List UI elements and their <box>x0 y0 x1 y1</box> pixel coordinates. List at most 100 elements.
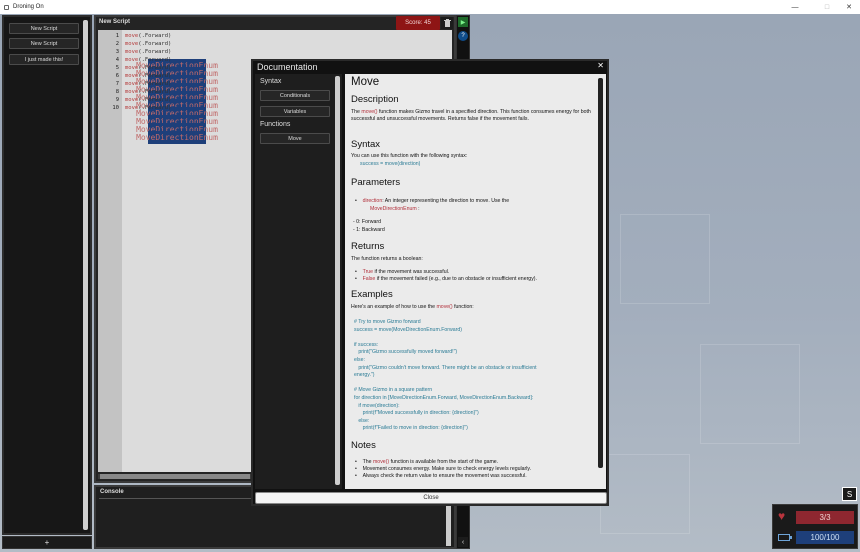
example-code-line: # Try to move Gizmo forward <box>354 319 421 325</box>
documentation-title: Documentation <box>257 62 318 72</box>
status-hud: ♥ 3/3 100/100 <box>772 504 858 549</box>
content-scrollbar[interactable] <box>598 78 603 468</box>
console-scrollbar[interactable] <box>446 501 451 546</box>
collapse-button[interactable]: ‹ <box>458 537 468 547</box>
nav-item-move[interactable]: Move <box>260 133 330 144</box>
description-text: The move() function makes Gizmo travel i… <box>351 109 591 122</box>
code-line: move(MoveDirectionEnum .Forward) <box>125 57 218 96</box>
floor-tile <box>620 214 710 304</box>
line-number: 7 <box>115 81 119 87</box>
note-1: • The move() function is available from … <box>355 459 499 465</box>
code-line: move(MoveDirectionEnum .Forward) <box>125 41 218 80</box>
example-code: # Try to move Gizmo forward success = mov… <box>354 319 599 433</box>
line-number: 9 <box>115 97 119 103</box>
code-line: move(MoveDirectionEnum .Forward) <box>125 105 218 144</box>
script-item-new-2[interactable]: New Script <box>9 38 79 49</box>
script-title: New Script <box>99 19 131 25</box>
window-titlebar: Droning On — □ ✕ <box>0 0 860 14</box>
example-code-line: else: <box>354 417 370 424</box>
code-line: move(MoveDirectionEnum .Forward) <box>125 73 218 112</box>
delete-script-button[interactable] <box>441 17 453 29</box>
line-number: 8 <box>115 89 119 95</box>
line-number: 5 <box>115 65 119 71</box>
trash-icon <box>443 19 451 27</box>
example-code-line: # Move Gizmo in a square pattern <box>354 387 433 394</box>
score-badge: Score: 45 <box>396 16 440 30</box>
question-icon: ? <box>461 33 465 39</box>
param-enum: MoveDirectionEnum : <box>370 206 420 212</box>
heading-examples: Examples <box>351 289 393 300</box>
line-number: 2 <box>115 41 119 47</box>
script-item-i-just-made-this[interactable]: I just made this! <box>9 54 79 65</box>
example-code-line: for direction in [MoveDirectionEnum.Forw… <box>354 394 534 401</box>
doc-page-title: Move <box>351 76 380 88</box>
line-number: 3 <box>115 49 119 55</box>
heading-syntax: Syntax <box>351 139 381 150</box>
close-documentation-button[interactable]: Close <box>255 492 607 504</box>
documentation-content: Move Description The move() function mak… <box>345 74 606 489</box>
code-line: move(MoveDirectionEnum .Forward) <box>125 89 218 128</box>
example-code-line: success = move(MoveDirectionEnum.Forward… <box>354 326 462 333</box>
chevron-left-icon: ‹ <box>461 538 465 546</box>
health-value: 3/3 <box>796 511 854 524</box>
console-title: Console <box>100 489 124 495</box>
sidebar-scrollbar[interactable] <box>83 20 88 530</box>
example-code-line: if success: <box>354 341 379 348</box>
example-code-line: print(f"Moved successfully in direction:… <box>354 410 479 417</box>
code-line: move(MoveDirectionEnum .Forward) <box>125 81 218 120</box>
example-code-line: print(f"Failed to move in direction: {di… <box>354 425 468 432</box>
heart-icon: ♥ <box>778 509 786 523</box>
nav-section-syntax: Syntax <box>260 78 282 85</box>
code-line: move(MoveDirectionEnum .Forward) <box>125 49 218 88</box>
scripts-sidebar: New Script New Script I just made this! <box>2 15 92 535</box>
line-number: 1 <box>115 33 119 39</box>
minimize-button[interactable]: — <box>784 0 806 14</box>
close-documentation-x-button[interactable]: ✕ <box>597 61 604 70</box>
nav-section-functions: Functions <box>260 121 291 128</box>
example-code-line: print("Gizmo successfully moved forward!… <box>354 349 458 356</box>
scrollbar-thumb[interactable] <box>100 474 250 479</box>
heading-notes: Notes <box>351 440 376 451</box>
example-code-line: print("Gizmo couldn't move forward. Ther… <box>354 364 537 371</box>
floor-tile <box>700 344 800 444</box>
note-2: • Movement consumes energy. Make sure to… <box>355 466 532 472</box>
code-line: move(MoveDirectionEnum .Forward) <box>125 97 218 136</box>
heading-returns: Returns <box>351 241 385 252</box>
examples-intro: Here's an example of how to use the move… <box>351 304 474 310</box>
nav-item-conditionals[interactable]: Conditionals <box>260 90 330 101</box>
energy-value: 100/100 <box>796 531 854 544</box>
add-script-button[interactable]: + <box>2 536 92 549</box>
syntax-code: success = move(direction) <box>360 161 421 167</box>
example-code-line: else: <box>354 356 365 363</box>
syntax-text: You can use this function with the follo… <box>351 153 468 159</box>
documentation-modal: Documentation ✕ Syntax Conditionals Vari… <box>251 59 609 506</box>
close-window-button[interactable]: ✕ <box>838 0 860 14</box>
nav-scrollbar[interactable] <box>335 76 340 485</box>
heading-description: Description <box>351 94 399 105</box>
battery-icon <box>778 534 792 541</box>
note-3: • Always check the return value to ensur… <box>355 473 527 479</box>
play-icon: ▶ <box>460 19 466 26</box>
param-direction: • direction: An integer representing the… <box>355 198 510 204</box>
line-number: 6 <box>115 73 119 79</box>
documentation-button[interactable]: ? <box>458 31 468 41</box>
return-true: • True if the movement was successful. <box>355 269 450 275</box>
heading-parameters: Parameters <box>351 177 401 188</box>
param-value-forward: - 0: Forward <box>353 219 381 225</box>
example-code-line: if move(direction): <box>354 402 400 409</box>
line-number: 4 <box>115 57 119 63</box>
code-line: move(MoveDirectionEnum .Forward) <box>125 65 218 104</box>
hud-s-key[interactable]: S <box>842 487 857 501</box>
maximize-button[interactable]: □ <box>816 0 838 14</box>
nav-item-variables[interactable]: Variables <box>260 106 330 117</box>
example-code-line <box>354 334 599 342</box>
code-line: move(MoveDirectionEnum .Forward) <box>125 33 218 72</box>
param-value-backward: - 1: Backward <box>353 227 385 233</box>
return-false: • False if the movement failed (e.g., du… <box>355 276 537 282</box>
app-icon <box>4 4 9 10</box>
run-button[interactable]: ▶ <box>458 17 468 27</box>
returns-text: The function returns a boolean: <box>351 256 423 262</box>
script-item-new-1[interactable]: New Script <box>9 23 79 34</box>
line-number: 10 <box>112 105 119 111</box>
floor-tile <box>600 454 690 534</box>
